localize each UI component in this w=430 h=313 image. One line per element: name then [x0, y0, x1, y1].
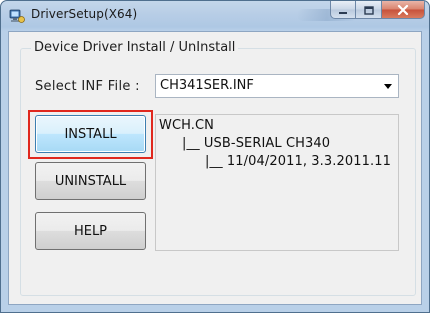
maximize-button[interactable] — [356, 1, 382, 19]
info-vendor: WCH.CN — [159, 118, 215, 133]
minimize-icon — [338, 1, 348, 19]
dialog-client-area: Device Driver Install / UnInstall Select… — [8, 31, 422, 305]
close-button[interactable] — [382, 1, 425, 19]
inf-file-value: CH341SER.INF — [160, 78, 254, 93]
info-device: |__ USB-SERIAL CH340 — [182, 136, 331, 151]
chevron-down-icon[interactable] — [381, 79, 395, 93]
driver-info-panel: WCH.CN |__ USB-SERIAL CH340 |__ 11/04/20… — [155, 114, 399, 251]
window-title: DriverSetup(X64) — [31, 7, 138, 21]
install-button[interactable]: INSTALL — [35, 115, 146, 153]
help-button[interactable]: HELP — [35, 212, 146, 250]
select-inf-label: Select INF File : — [35, 79, 140, 94]
inf-file-dropdown[interactable]: CH341SER.INF — [155, 74, 399, 98]
maximize-icon — [363, 1, 374, 19]
driver-setup-window: DriverSetup(X64) Device Driver Install / — [0, 0, 430, 313]
close-icon — [397, 1, 409, 19]
info-version: |__ 11/04/2011, 3.3.2011.11 — [205, 154, 391, 169]
groupbox-label: Device Driver Install / UnInstall — [31, 40, 239, 55]
uninstall-button[interactable]: UNINSTALL — [35, 162, 146, 200]
minimize-button[interactable] — [330, 1, 356, 19]
caption-buttons — [330, 1, 425, 21]
setup-computer-icon — [9, 8, 25, 24]
title-bar[interactable]: DriverSetup(X64) — [1, 1, 429, 31]
